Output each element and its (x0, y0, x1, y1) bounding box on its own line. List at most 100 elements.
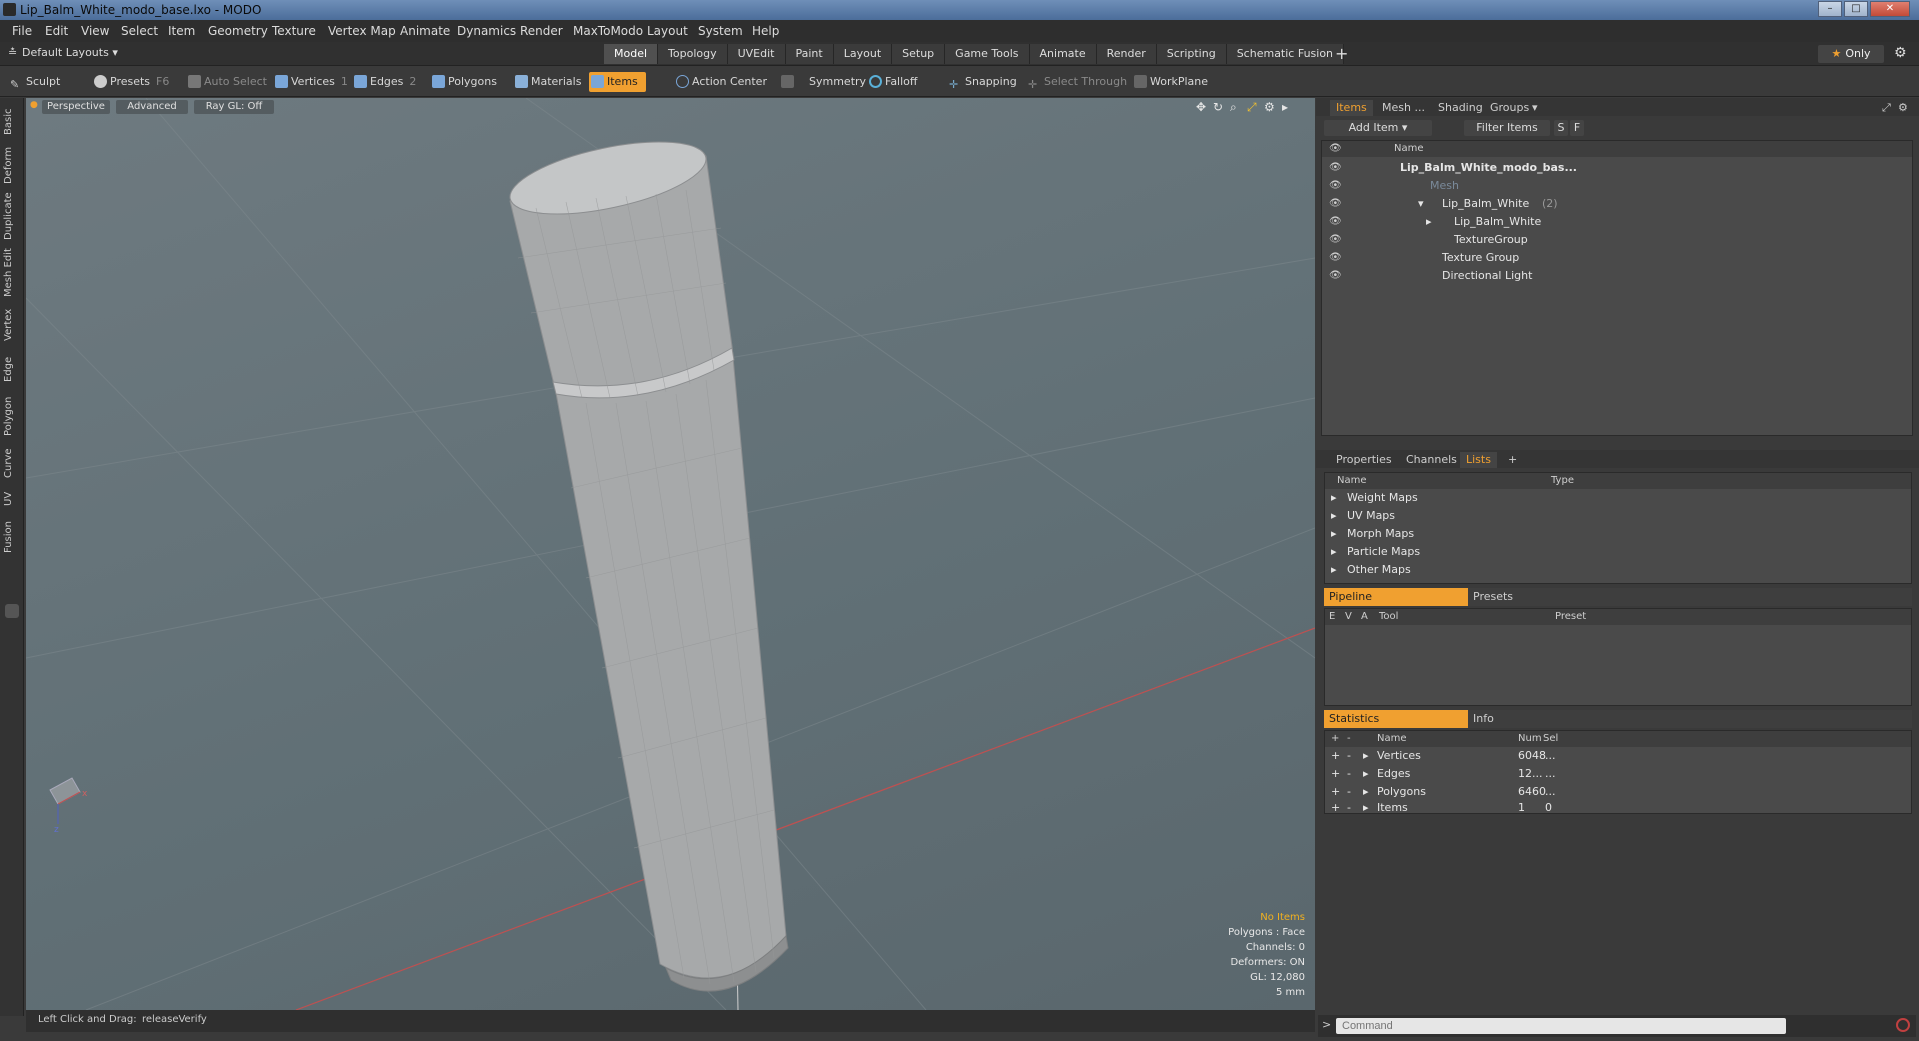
tab-info[interactable]: Info (1468, 710, 1912, 728)
tab-animate[interactable]: Animate (1029, 44, 1097, 64)
menu-help[interactable]: Help (752, 24, 779, 38)
menu-layout[interactable]: Layout (647, 24, 688, 38)
visibility-eye-icon[interactable]: 👁 (1329, 267, 1342, 285)
tab-uvedit[interactable]: UVEdit (727, 44, 786, 64)
stats-row-polygons[interactable]: + - ▸ Polygons 6460... (1325, 783, 1911, 801)
command-input[interactable] (1336, 1018, 1786, 1034)
vtab-basic[interactable]: Basic (3, 106, 21, 138)
auto-select-button[interactable]: Auto Select (186, 72, 267, 92)
menu-view[interactable]: View (81, 24, 109, 38)
workplane-button[interactable]: WorkPlane (1132, 72, 1208, 92)
3d-viewport[interactable]: x z ● Perspective Advanced Ray GL: Off ✥… (26, 98, 1315, 1010)
items-button[interactable]: Items (589, 72, 646, 92)
visibility-eye-icon[interactable]: 👁 (1329, 231, 1342, 249)
visibility-eye-icon[interactable]: 👁 (1329, 177, 1342, 195)
menu-vertex-map[interactable]: Vertex Map (328, 24, 396, 38)
tab-mesh[interactable]: Mesh ... (1376, 100, 1431, 116)
vtab-curve[interactable]: Curve (3, 446, 21, 480)
viewport-expand-icon[interactable]: ▸ (1282, 100, 1288, 114)
tab-channels[interactable]: Channels (1400, 452, 1463, 468)
tab-properties[interactable]: Properties (1330, 452, 1398, 468)
record-icon[interactable] (1896, 1018, 1910, 1032)
tab-model[interactable]: Model (604, 44, 659, 64)
tree-row-child-mesh[interactable]: 👁 ▸ Lip_Balm_White (1322, 213, 1912, 231)
symmetry-button[interactable]: Symmetry (779, 72, 866, 92)
rotate-view-icon[interactable]: ↻ (1213, 100, 1223, 114)
tab-setup[interactable]: Setup (892, 44, 946, 64)
tree-row-mesh[interactable]: 👁 Mesh (1322, 177, 1912, 195)
tab-render[interactable]: Render (1096, 44, 1157, 64)
tab-presets[interactable]: Presets (1468, 588, 1912, 606)
tabs-dropdown-icon[interactable]: ▾ (1526, 100, 1544, 116)
polygons-button[interactable]: Polygons (430, 72, 497, 92)
s-button[interactable]: S (1554, 120, 1568, 136)
tree-row-texture-group[interactable]: 👁 Texture Group (1322, 249, 1912, 267)
action-center-button[interactable]: Action Center (674, 72, 767, 92)
perspective-dropdown[interactable]: Perspective (42, 100, 110, 114)
only-button[interactable]: ★ Only (1818, 45, 1884, 63)
tab-scripting[interactable]: Scripting (1156, 44, 1227, 64)
tab-game-tools[interactable]: Game Tools (945, 44, 1030, 64)
tree-row-scene[interactable]: 👁 Lip_Balm_White_modo_bas... (1322, 159, 1912, 177)
fit-view-icon[interactable]: ⤢ (1247, 100, 1257, 115)
tab-statistics[interactable]: Statistics (1324, 710, 1468, 728)
move-view-icon[interactable]: ✥ (1196, 100, 1206, 114)
tab-paint[interactable]: Paint (785, 44, 834, 64)
visibility-eye-icon[interactable]: 👁 (1329, 195, 1342, 213)
vtab-duplicate[interactable]: Duplicate (3, 192, 21, 240)
vtab-polygon[interactable]: Polygon (3, 394, 21, 438)
raygl-dropdown[interactable]: Ray GL: Off (194, 100, 274, 114)
minimize-button[interactable]: – (1818, 1, 1842, 17)
select-through-button[interactable]: ✛ Select Through (1026, 72, 1127, 92)
vtab-deform[interactable]: Deform (3, 146, 21, 184)
tab-pipeline[interactable]: Pipeline (1324, 588, 1468, 606)
vtab-mesh-edit[interactable]: Mesh Edit (3, 248, 21, 298)
tab-shading[interactable]: Shading (1432, 100, 1489, 116)
lip-balm-mesh[interactable] (504, 128, 789, 992)
menu-texture[interactable]: Texture (272, 24, 316, 38)
gear-icon[interactable]: ⚙ (1894, 45, 1907, 61)
add-tab-icon[interactable]: + (1335, 44, 1348, 63)
filter-items-button[interactable]: Filter Items (1464, 120, 1550, 136)
visibility-eye-icon[interactable]: 👁 (1329, 249, 1342, 267)
snapping-button[interactable]: ✛ Snapping (947, 72, 1017, 92)
f-button[interactable]: F (1570, 120, 1584, 136)
materials-button[interactable]: Materials (513, 72, 581, 92)
palette-toggle-icon[interactable] (5, 604, 19, 618)
add-item-button[interactable]: Add Item ▾ (1324, 120, 1432, 136)
vtab-uv[interactable]: UV (3, 488, 21, 510)
menu-item[interactable]: Item (168, 24, 195, 38)
vtab-vertex[interactable]: Vertex (3, 306, 21, 344)
presets-button[interactable]: Presets F6 (92, 72, 169, 92)
close-button[interactable]: ✕ (1870, 1, 1910, 17)
visibility-eye-icon[interactable]: 👁 (1329, 213, 1342, 231)
vtab-edge[interactable]: Edge (3, 352, 21, 386)
menu-render[interactable]: Render (520, 24, 563, 38)
tab-topology[interactable]: Topology (658, 44, 728, 64)
zoom-view-icon[interactable]: ⌕ (1230, 100, 1237, 115)
layout-menu-icon[interactable]: ≛ (8, 46, 17, 59)
tab-layout[interactable]: Layout (833, 44, 893, 64)
vtab-fusion[interactable]: Fusion (3, 518, 21, 556)
tree-row-texturegroup[interactable]: 👁 TextureGroup (1322, 231, 1912, 249)
stats-row-edges[interactable]: + - ▸ Edges 12...... (1325, 765, 1911, 783)
maximize-button[interactable]: □ (1844, 1, 1868, 17)
tab-items[interactable]: Items (1330, 100, 1373, 116)
stats-row-vertices[interactable]: + - ▸ Vertices 6048... (1325, 747, 1911, 765)
layout-dropdown[interactable]: Default Layouts ▾ (22, 46, 118, 59)
menu-file[interactable]: File (12, 24, 32, 38)
stats-row-items[interactable]: + - ▸ Items 1 0 (1325, 801, 1911, 815)
menu-maxtomodo[interactable]: MaxToModo (573, 24, 643, 38)
viewport-menu-icon[interactable]: ● (30, 100, 38, 110)
vertices-button[interactable]: Vertices 1 (273, 72, 348, 92)
edges-button[interactable]: Edges 2 (352, 72, 416, 92)
tree-row-light[interactable]: 👁 Directional Light (1322, 267, 1912, 285)
sculpt-button[interactable]: ✎ Sculpt (8, 72, 60, 92)
menu-select[interactable]: Select (121, 24, 158, 38)
menu-edit[interactable]: Edit (45, 24, 68, 38)
falloff-button[interactable]: Falloff (867, 72, 917, 92)
tab-lists[interactable]: Lists (1460, 452, 1497, 468)
menu-animate[interactable]: Animate (400, 24, 450, 38)
menu-geometry[interactable]: Geometry (208, 24, 268, 38)
advanced-dropdown[interactable]: Advanced (116, 100, 188, 114)
